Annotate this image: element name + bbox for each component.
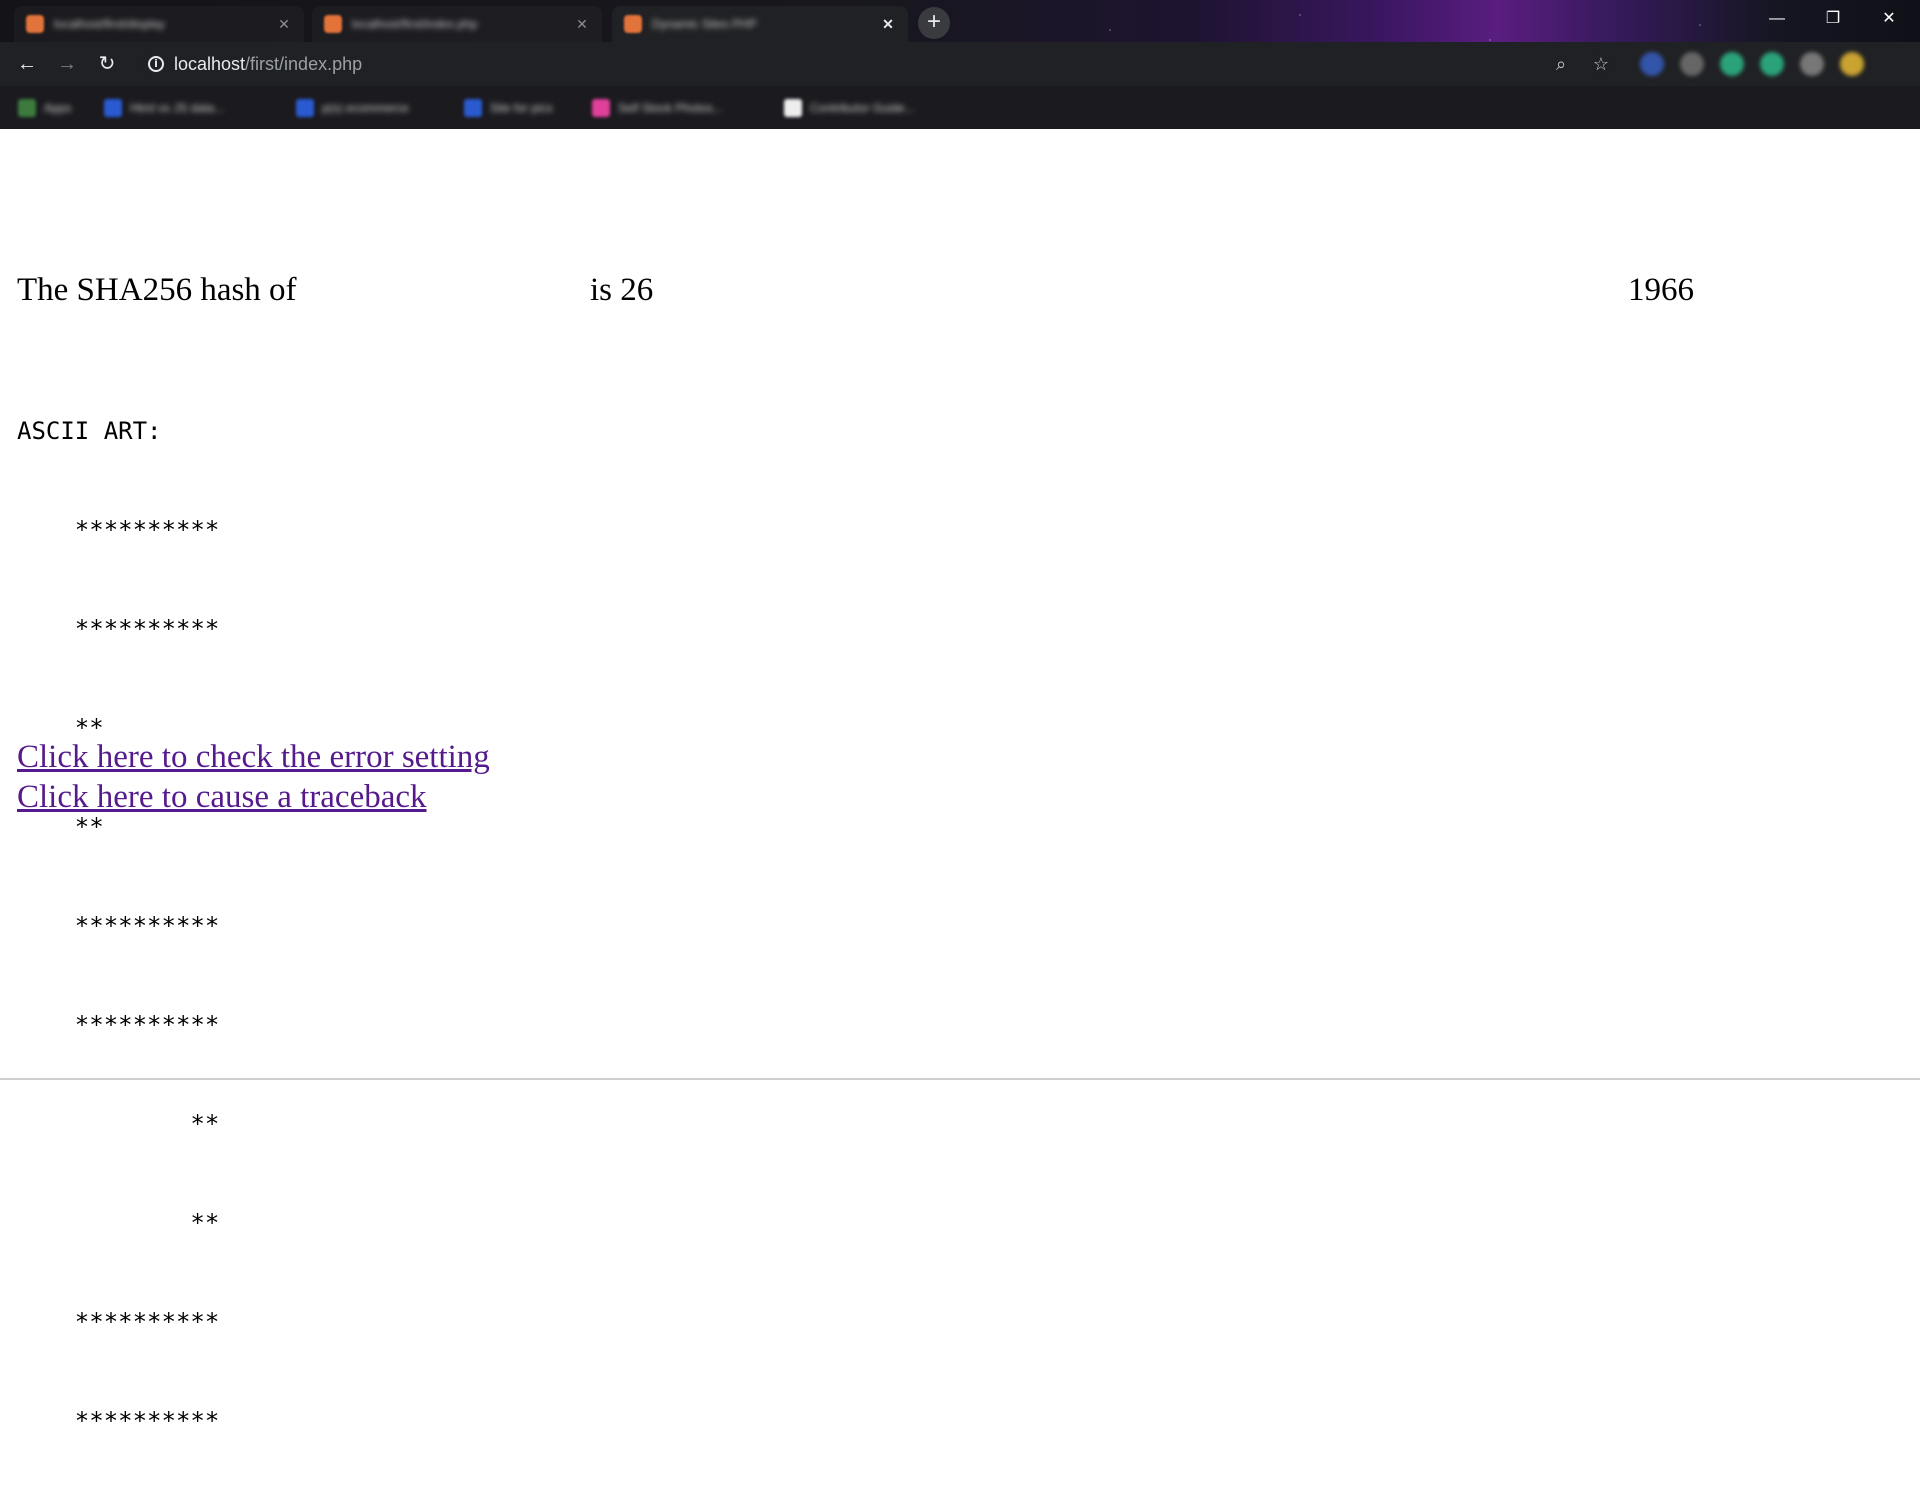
tab-1[interactable]: localhost/first/display ✕ [14, 6, 304, 42]
bookmark-item[interactable]: Site for pics [464, 97, 553, 119]
bookmark-label: p(s) ecommerce [322, 101, 409, 115]
bookmark-item[interactable]: Self Stock Photos... [592, 97, 723, 119]
extension-icon[interactable] [1720, 52, 1744, 76]
tab-1-title: localhost/first/display [54, 17, 165, 31]
url-host: localhost [174, 53, 246, 74]
ascii-art-row: ********** [17, 615, 220, 643]
extension-icon[interactable] [1800, 52, 1824, 76]
address-bar[interactable]: i localhost/first/index.php [140, 48, 1610, 80]
bookmarks-bar: Apps Html vs JS data... p(s) ecommerce S… [0, 86, 1920, 129]
ascii-art-title: ASCII ART: [17, 417, 162, 445]
tab-2[interactable]: localhost/first/index.php ✕ [312, 6, 602, 42]
close-icon[interactable]: ✕ [880, 16, 896, 32]
links-block: Click here to check the error setting Cl… [17, 737, 490, 817]
bookmark-favicon-icon [104, 99, 122, 117]
minimize-button[interactable]: — [1754, 4, 1800, 34]
bookmark-star-icon[interactable]: ☆ [1588, 51, 1614, 77]
ascii-art-block: ASCII ART: ********** ********** ** ** *… [17, 349, 219, 1504]
close-window-button[interactable]: ✕ [1866, 4, 1912, 34]
tab-3-active[interactable]: Dynamic Sites PHP ✕ [612, 6, 908, 42]
bookmark-favicon-icon [784, 99, 802, 117]
bookmark-label: Self Stock Photos... [618, 101, 723, 115]
page-content: The SHA256 hash of is 26 1966 ASCII ART:… [0, 129, 1920, 1435]
back-button[interactable]: ← [12, 49, 42, 79]
apps-icon [18, 99, 36, 117]
ascii-art-row: ********** [17, 1407, 220, 1435]
bookmark-favicon-icon [464, 99, 482, 117]
bookmark-label: Site for pics [490, 101, 553, 115]
hash-text-prefix: The SHA256 hash of [17, 272, 297, 308]
php-favicon-icon [26, 15, 44, 33]
forward-button[interactable]: → [52, 49, 82, 79]
close-icon[interactable]: ✕ [574, 16, 590, 32]
bookmark-item[interactable]: p(s) ecommerce [296, 97, 409, 119]
hash-text-mid: is 26 [590, 272, 654, 308]
bookmark-label: Apps [44, 101, 72, 115]
restore-button[interactable]: ❐ [1810, 4, 1856, 34]
php-favicon-icon [624, 15, 642, 33]
bookmark-item[interactable]: Contributor Guide... [784, 97, 915, 119]
bookmark-apps[interactable]: Apps [18, 97, 71, 119]
ascii-art-row: ********** [17, 516, 220, 544]
tab-2-title: localhost/first/index.php [352, 17, 478, 31]
browser-chrome: localhost/first/display ✕ localhost/firs… [0, 0, 1920, 129]
tab-3-title: Dynamic Sites PHP [652, 17, 757, 31]
ascii-art-row: ********** [17, 1011, 220, 1039]
tab-strip: localhost/first/display ✕ localhost/firs… [0, 0, 1920, 42]
extension-icon[interactable] [1680, 52, 1704, 76]
close-icon[interactable]: ✕ [276, 16, 292, 32]
browser-toolbar: ← → ↻ i localhost/first/index.php ⌕ ☆ [0, 42, 1920, 86]
extension-icon[interactable] [1760, 52, 1784, 76]
ascii-art-row: ********** [17, 912, 220, 940]
extension-icon[interactable] [1640, 52, 1664, 76]
ascii-art-row: ** [17, 1110, 220, 1138]
hash-text-end: 1966 [1628, 272, 1694, 308]
php-favicon-icon [324, 15, 342, 33]
bookmark-item[interactable]: Html vs JS data... [104, 97, 224, 119]
new-tab-button[interactable]: + [918, 7, 950, 39]
cause-traceback-link[interactable]: Click here to cause a traceback [17, 777, 490, 817]
site-info-icon[interactable]: i [148, 56, 164, 72]
bookmark-label: Html vs JS data... [130, 101, 225, 115]
bookmark-favicon-icon [592, 99, 610, 117]
url-path: /first/index.php [245, 53, 363, 74]
ascii-art-row: ** [17, 1209, 220, 1237]
check-error-setting-link[interactable]: Click here to check the error setting [17, 737, 490, 777]
bookmark-favicon-icon [296, 99, 314, 117]
profile-avatar[interactable] [1840, 52, 1864, 76]
bookmark-label: Contributor Guide... [810, 101, 915, 115]
reload-button[interactable]: ↻ [92, 49, 122, 79]
zoom-icon[interactable]: ⌕ [1548, 51, 1574, 77]
ascii-art-row: ********** [17, 1308, 220, 1336]
